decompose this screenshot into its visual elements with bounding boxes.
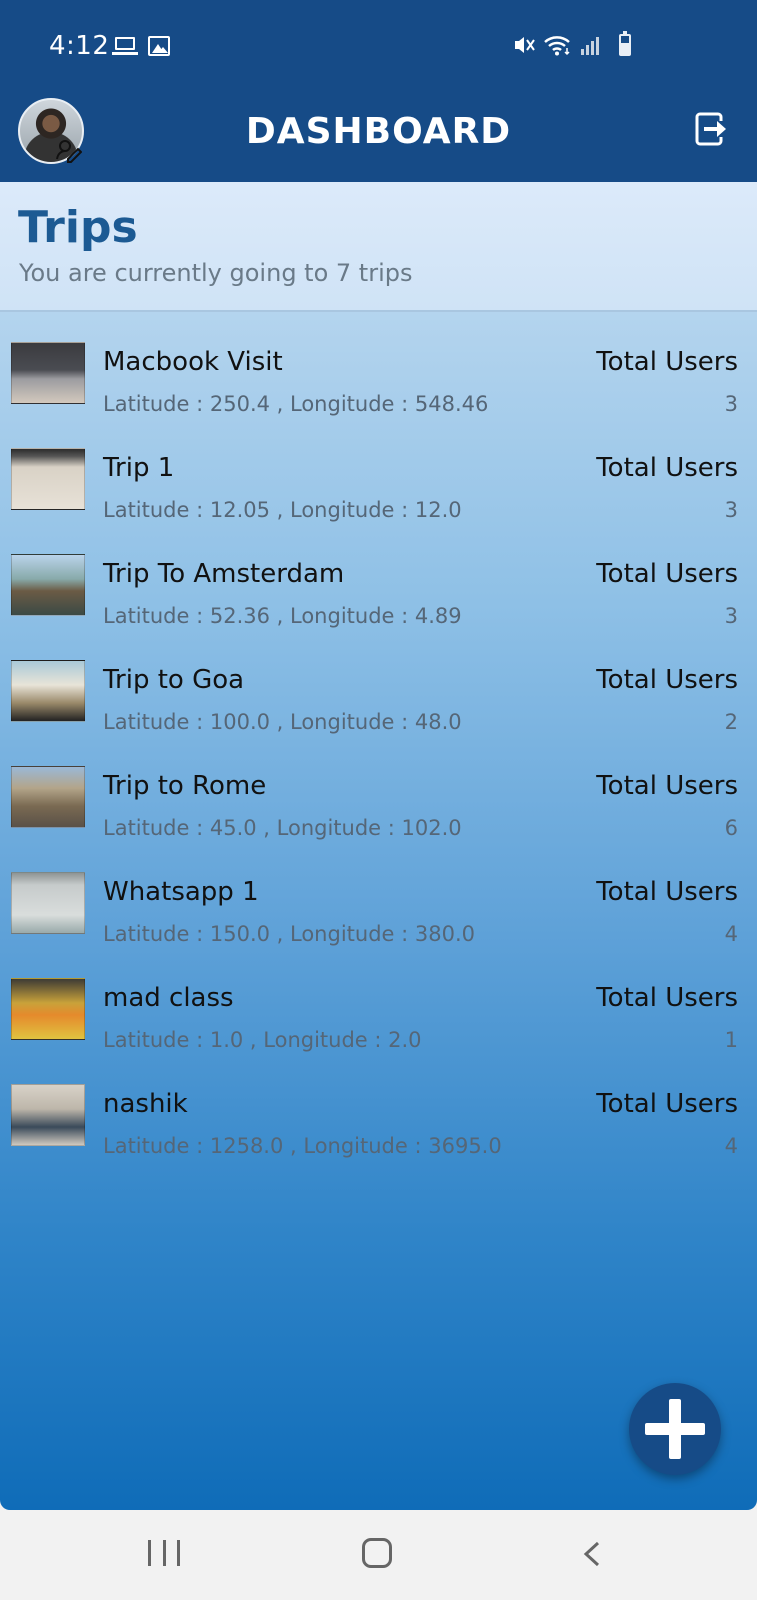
back-icon[interactable] bbox=[580, 1540, 604, 1568]
trip-row[interactable]: nashik Latitude : 1258.0 , Longitude : 3… bbox=[0, 1072, 757, 1178]
trip-name: nashik bbox=[103, 1089, 188, 1119]
trip-thumbnail bbox=[11, 342, 85, 404]
status-left-icons bbox=[112, 36, 170, 56]
trip-coordinates: Latitude : 1258.0 , Longitude : 3695.0 bbox=[103, 1134, 502, 1158]
app-screen: 4:12 DASHBOARD Trips You are currently g… bbox=[0, 0, 757, 1510]
total-users-label: Total Users bbox=[596, 1089, 738, 1119]
total-users-count: 4 bbox=[724, 922, 738, 946]
total-users-count: 6 bbox=[724, 816, 738, 840]
logout-icon[interactable] bbox=[695, 111, 729, 147]
total-users-label: Total Users bbox=[596, 559, 738, 589]
trip-row[interactable]: Trip to Goa Latitude : 100.0 , Longitude… bbox=[0, 648, 757, 754]
page-title: DASHBOARD bbox=[245, 111, 512, 152]
plus-icon-vertical bbox=[669, 1399, 681, 1459]
trip-coordinates: Latitude : 52.36 , Longitude : 4.89 bbox=[103, 604, 462, 628]
trip-coordinates: Latitude : 1.0 , Longitude : 2.0 bbox=[103, 1028, 422, 1052]
recents-icon[interactable] bbox=[148, 1540, 180, 1568]
total-users-label: Total Users bbox=[596, 771, 738, 801]
total-users-label: Total Users bbox=[596, 877, 738, 907]
total-users-count: 3 bbox=[724, 604, 738, 628]
trip-thumbnail bbox=[11, 766, 85, 828]
trip-coordinates: Latitude : 12.05 , Longitude : 12.0 bbox=[103, 498, 462, 522]
trip-coordinates: Latitude : 250.4 , Longitude : 548.46 bbox=[103, 392, 489, 416]
trip-list: Macbook Visit Latitude : 250.4 , Longitu… bbox=[0, 330, 757, 1178]
signal-icon bbox=[580, 34, 602, 56]
total-users-label: Total Users bbox=[596, 453, 738, 483]
trip-row[interactable]: Trip to Rome Latitude : 45.0 , Longitude… bbox=[0, 754, 757, 860]
trip-name: Whatsapp 1 bbox=[103, 877, 259, 907]
trip-thumbnail bbox=[11, 448, 85, 510]
total-users-count: 3 bbox=[724, 392, 738, 416]
total-users-label: Total Users bbox=[596, 665, 738, 695]
image-icon bbox=[148, 36, 170, 56]
trip-name: Macbook Visit bbox=[103, 347, 283, 377]
trip-row[interactable]: Whatsapp 1 Latitude : 150.0 , Longitude … bbox=[0, 860, 757, 966]
trip-thumbnail bbox=[11, 660, 85, 722]
trip-thumbnail bbox=[11, 1084, 85, 1146]
total-users-count: 2 bbox=[724, 710, 738, 734]
trip-row[interactable]: mad class Latitude : 1.0 , Longitude : 2… bbox=[0, 966, 757, 1072]
laptop-icon bbox=[112, 36, 138, 56]
trips-header: Trips You are currently going to 7 trips bbox=[0, 182, 757, 312]
trip-coordinates: Latitude : 45.0 , Longitude : 102.0 bbox=[103, 816, 462, 840]
trip-name: Trip to Rome bbox=[103, 771, 267, 801]
trip-coordinates: Latitude : 150.0 , Longitude : 380.0 bbox=[103, 922, 475, 946]
trip-name: Trip to Goa bbox=[103, 665, 245, 695]
status-time: 4:12 bbox=[49, 31, 110, 61]
toolbar: DASHBOARD bbox=[0, 95, 757, 182]
system-nav-bar bbox=[0, 1510, 757, 1600]
total-users-count: 1 bbox=[724, 1028, 738, 1052]
trip-thumbnail bbox=[11, 978, 85, 1040]
add-trip-button[interactable] bbox=[629, 1383, 721, 1475]
trip-thumbnail bbox=[11, 872, 85, 934]
trip-name: mad class bbox=[103, 983, 234, 1013]
status-right-icons bbox=[512, 31, 631, 56]
section-title: Trips bbox=[18, 202, 138, 253]
mute-icon bbox=[512, 34, 536, 56]
total-users-label: Total Users bbox=[596, 983, 738, 1013]
battery-icon bbox=[619, 31, 631, 56]
section-subtitle: You are currently going to 7 trips bbox=[19, 259, 413, 287]
status-bar: 4:12 bbox=[0, 0, 757, 95]
total-users-label: Total Users bbox=[596, 347, 738, 377]
trip-name: Trip To Amsterdam bbox=[103, 559, 345, 589]
total-users-count: 4 bbox=[724, 1134, 738, 1158]
trip-row[interactable]: Trip To Amsterdam Latitude : 52.36 , Lon… bbox=[0, 542, 757, 648]
total-users-count: 3 bbox=[724, 498, 738, 522]
trip-thumbnail bbox=[11, 554, 85, 616]
trip-name: Trip 1 bbox=[103, 453, 175, 483]
trip-row[interactable]: Trip 1 Latitude : 12.05 , Longitude : 12… bbox=[0, 436, 757, 542]
trip-coordinates: Latitude : 100.0 , Longitude : 48.0 bbox=[103, 710, 462, 734]
home-icon[interactable] bbox=[362, 1538, 392, 1568]
wifi-icon bbox=[543, 34, 573, 56]
trip-row[interactable]: Macbook Visit Latitude : 250.4 , Longitu… bbox=[0, 330, 757, 436]
